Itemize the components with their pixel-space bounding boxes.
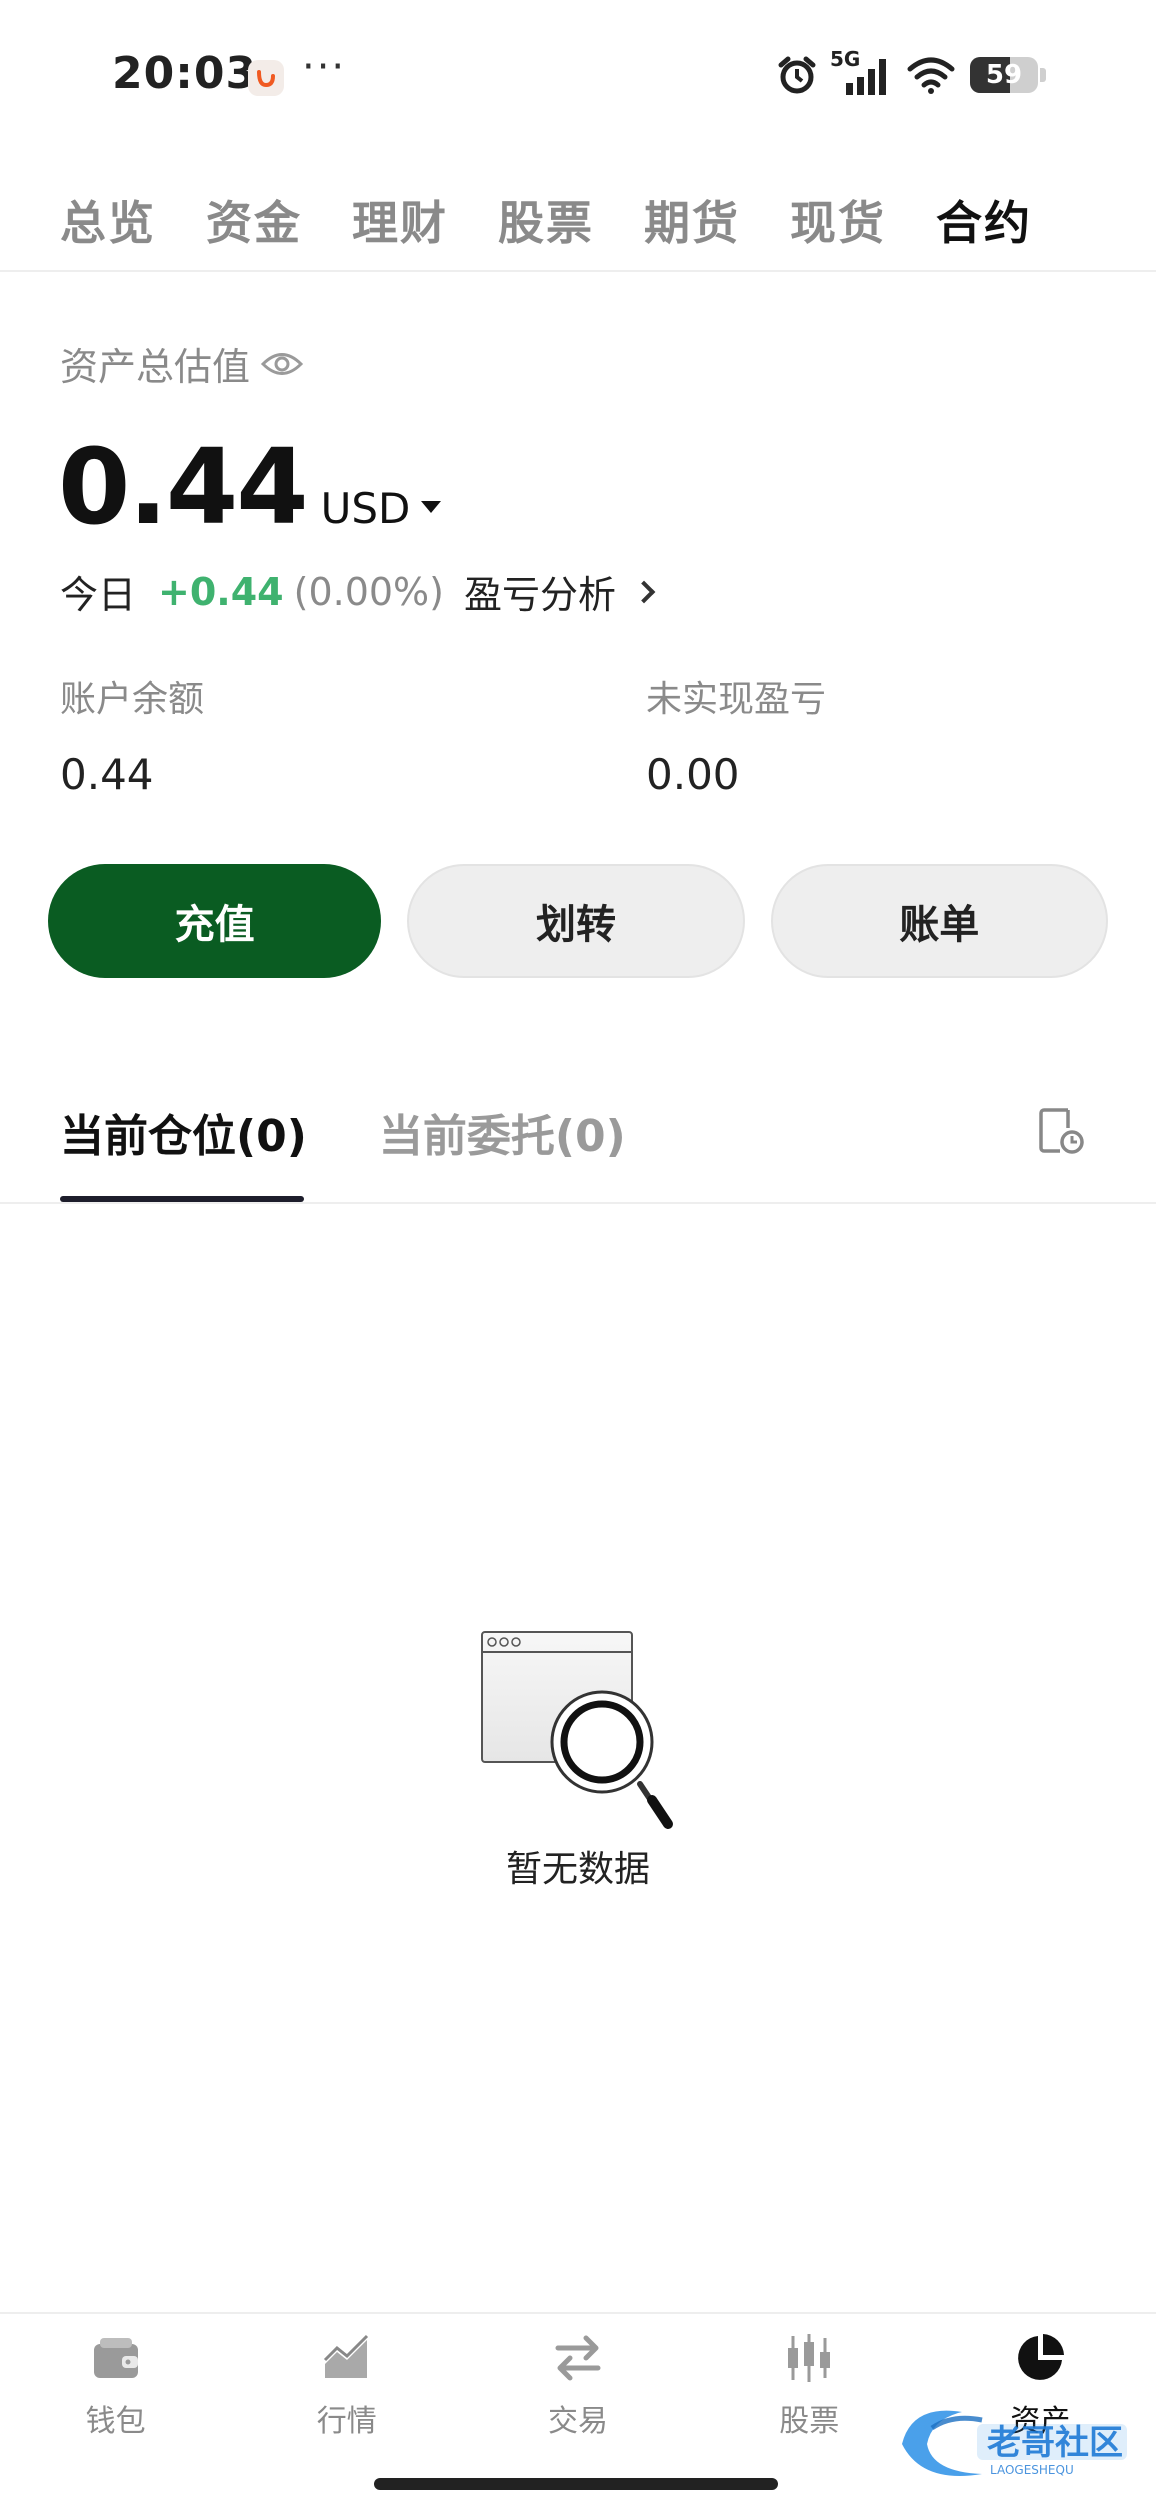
market-chart-icon xyxy=(323,2334,368,2378)
account-balance: 账户余额 0.44 xyxy=(60,670,204,799)
tab-spot[interactable]: 现货 xyxy=(790,187,886,253)
tab-overview[interactable]: 总览 xyxy=(60,187,156,253)
asset-total-label: 资产总估值 xyxy=(60,336,304,391)
chevron-right-icon[interactable] xyxy=(632,580,656,603)
swap-arrows-icon xyxy=(555,2335,601,2381)
svg-text:LAOGESHEQU: LAOGESHEQU xyxy=(990,2463,1074,2477)
status-time: 20:03 xyxy=(112,48,258,99)
nav-trade[interactable]: 交易 xyxy=(462,2330,693,2450)
eye-icon[interactable] xyxy=(260,349,304,379)
divider xyxy=(0,2312,1156,2314)
svg-text:老哥社区: 老哥社区 xyxy=(987,2423,1123,2463)
deposit-button[interactable]: 充值 xyxy=(48,864,382,978)
tab-contract[interactable]: 合约 xyxy=(936,187,1032,253)
alarm-icon xyxy=(778,56,816,94)
unrealized-pnl: 未实现盈亏 0.00 xyxy=(646,670,826,799)
action-buttons: 充值 划转 账单 xyxy=(48,864,1108,978)
unrealized-label: 未实现盈亏 xyxy=(646,679,827,720)
nav-label: 行情 xyxy=(316,2404,377,2439)
candlestick-icon xyxy=(788,2334,831,2382)
today-label: 今日 xyxy=(60,573,137,617)
nav-label: 钱包 xyxy=(85,2404,146,2439)
status-bar: 20:03 ··· 5G 59 xyxy=(0,0,1156,150)
tab-current-orders[interactable]: 当前委托(0) xyxy=(379,1100,626,1164)
empty-search-illustration-icon xyxy=(481,1631,673,1829)
pie-chart-icon xyxy=(1018,2334,1065,2380)
battery-level: 59 xyxy=(985,60,1023,90)
signal-icon: 5G xyxy=(830,47,892,97)
nav-wallet[interactable]: 钱包 xyxy=(0,2330,231,2450)
battery-icon: 59 xyxy=(970,57,1038,93)
today-percent: (0.00%) xyxy=(293,569,444,614)
history-icon[interactable] xyxy=(1036,1104,1088,1156)
divider xyxy=(0,1202,1156,1204)
empty-state-text: 暂无数据 xyxy=(505,1849,650,1890)
more-dots: ··· xyxy=(302,44,347,90)
balance-label: 账户余额 xyxy=(60,679,205,720)
currency-selector[interactable]: USD xyxy=(321,484,442,533)
balance-value: 0.44 xyxy=(60,750,154,799)
tab-stocks[interactable]: 股票 xyxy=(498,187,594,253)
top-tabs: 总览 资金 理财 股票 期货 现货 合约 xyxy=(0,170,1156,270)
bill-button[interactable]: 账单 xyxy=(770,864,1108,978)
caret-down-icon xyxy=(421,501,442,513)
nav-market[interactable]: 行情 xyxy=(231,2330,462,2450)
asset-value-row: 0.44 USD xyxy=(58,426,442,548)
nav-label: 交易 xyxy=(548,2404,608,2439)
unrealized-value: 0.00 xyxy=(646,750,740,799)
wallet-icon xyxy=(93,2338,138,2378)
wifi-icon xyxy=(907,57,955,94)
watermark-logo: 老哥社区 LAOGESHEQU xyxy=(902,2410,1127,2477)
status-icons: 5G 59 xyxy=(776,47,1046,100)
today-change: +0.44 xyxy=(158,569,284,614)
currency-label: USD xyxy=(320,484,411,533)
asset-total-value: 0.44 xyxy=(58,426,309,548)
position-tabs: 当前仓位(0) 当前委托(0) xyxy=(60,1100,626,1164)
pnl-analysis-link[interactable]: 盈亏分析 xyxy=(464,564,616,619)
tab-funds[interactable]: 资金 xyxy=(206,187,302,253)
divider xyxy=(0,270,1156,272)
transfer-button[interactable]: 划转 xyxy=(407,864,745,978)
tab-current-positions[interactable]: 当前仓位(0) xyxy=(60,1100,307,1164)
today-pnl-row: 今日 +0.44 (0.00%) 盈亏分析 xyxy=(60,564,656,619)
home-indicator[interactable] xyxy=(374,2478,778,2490)
nav-label: 股票 xyxy=(779,2404,840,2439)
tab-futures[interactable]: 期货 xyxy=(644,187,740,253)
orange-app-badge-icon xyxy=(248,60,284,96)
asset-label-text: 资产总估值 xyxy=(60,345,251,389)
nav-stocks[interactable]: 股票 xyxy=(694,2330,925,2450)
tab-wealth[interactable]: 理财 xyxy=(352,187,448,253)
